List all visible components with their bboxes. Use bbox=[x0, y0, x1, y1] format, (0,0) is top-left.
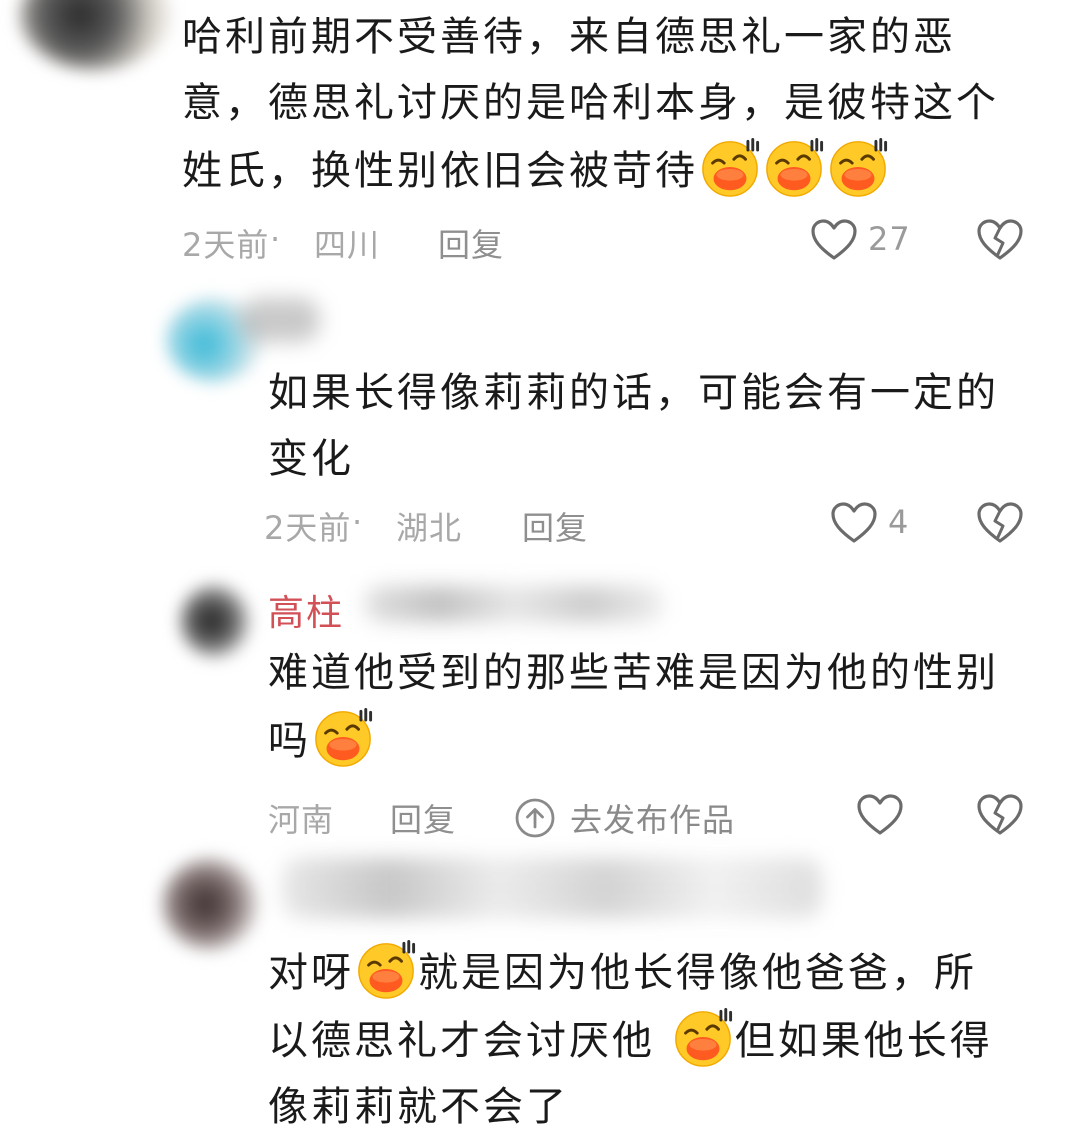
meta-separator: · bbox=[270, 220, 282, 258]
grinning-sweat-emoji-icon bbox=[699, 136, 761, 198]
up-arrow-circle-icon[interactable] bbox=[514, 797, 556, 839]
like-heart-icon[interactable] bbox=[810, 218, 858, 262]
grinning-sweat-emoji-icon bbox=[355, 938, 417, 1000]
grinning-sweat-emoji-icon bbox=[763, 136, 825, 198]
comment-segment: 以德思礼才会讨厌他 bbox=[268, 1018, 671, 1064]
grinning-sweat-emoji-icon bbox=[827, 136, 889, 198]
like-heart-icon[interactable] bbox=[856, 793, 904, 837]
comment-line: 姓氏，换性别依旧会被苛待 bbox=[182, 148, 698, 194]
comment-text: 哈利前期不受善待，来自德思礼一家的恶 意，德思礼讨厌的是哈利本身，是彼特这个 姓… bbox=[182, 4, 1042, 204]
meta-separator: · bbox=[352, 503, 364, 541]
comment-text: 对呀 就是因为他长得像他爸爸，所 以德思礼才会讨厌他 但如果他长得 像莉莉就不会了 bbox=[268, 938, 1048, 1124]
avatar[interactable] bbox=[20, 0, 170, 70]
comment-line: 如果长得像莉莉的话，可能会有一定的 bbox=[268, 370, 999, 416]
like-count: 27 bbox=[868, 220, 911, 258]
dislike-broken-heart-icon[interactable] bbox=[976, 793, 1024, 837]
comment-line: 吗 bbox=[268, 718, 311, 764]
comment-segment: 对呀 bbox=[268, 950, 354, 996]
blurred-username bbox=[240, 298, 320, 342]
reply-button[interactable]: 回复 bbox=[390, 795, 456, 841]
publish-work-button[interactable]: 去发布作品 bbox=[570, 795, 735, 841]
comment-meta: 2天前 · 四川 回复 27 bbox=[182, 216, 1042, 266]
comment-time: 2天前 bbox=[264, 509, 352, 547]
like-heart-icon[interactable] bbox=[830, 501, 878, 545]
comment-meta: 河南 回复 去发布作品 bbox=[268, 791, 1048, 841]
comment-meta: 2天前 · 湖北 回复 4 bbox=[264, 499, 1044, 549]
comment-text: 如果长得像莉莉的话，可能会有一定的 变化 bbox=[268, 360, 1048, 492]
avatar[interactable] bbox=[180, 584, 250, 658]
comment-line: 意，德思礼讨厌的是哈利本身，是彼特这个 bbox=[182, 80, 999, 126]
blurred-username bbox=[364, 586, 664, 622]
comment-text: 难道他受到的那些苦难是因为他的性别 吗 bbox=[268, 640, 1048, 774]
grinning-sweat-emoji-icon bbox=[672, 1006, 734, 1068]
dislike-broken-heart-icon[interactable] bbox=[976, 218, 1024, 262]
reply-button[interactable]: 回复 bbox=[522, 503, 588, 549]
comment-location: 河南 bbox=[268, 801, 335, 839]
comment-segment: 就是因为他长得像他爸爸，所 bbox=[418, 950, 977, 996]
like-count: 4 bbox=[888, 503, 910, 541]
comment-line: 像莉莉就不会了 bbox=[268, 1084, 569, 1124]
comment-time: 2天前 bbox=[182, 226, 270, 264]
avatar[interactable] bbox=[162, 858, 258, 950]
grinning-sweat-emoji-icon bbox=[312, 706, 374, 768]
comment-segment: 但如果他长得 bbox=[734, 1018, 993, 1064]
comment-username[interactable]: 高柱 bbox=[268, 584, 344, 636]
comment-line: 哈利前期不受善待，来自德思礼一家的恶 bbox=[182, 14, 956, 60]
comment-location: 湖北 bbox=[396, 509, 463, 547]
comment-line: 难道他受到的那些苦难是因为他的性别 bbox=[268, 650, 999, 696]
blurred-username bbox=[282, 858, 822, 918]
comment-line: 变化 bbox=[268, 436, 354, 482]
reply-button[interactable]: 回复 bbox=[438, 220, 504, 266]
dislike-broken-heart-icon[interactable] bbox=[976, 501, 1024, 545]
comment-location: 四川 bbox=[314, 226, 381, 264]
